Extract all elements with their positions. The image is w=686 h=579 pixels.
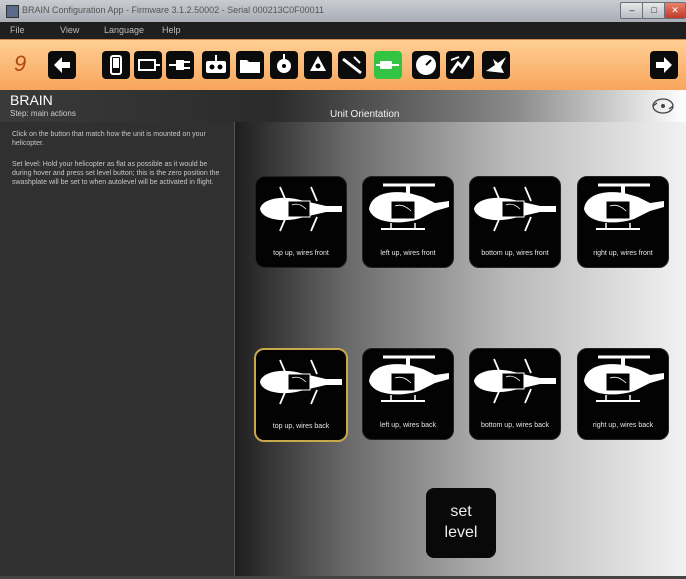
section-title: Unit Orientation [330, 109, 400, 120]
menu-help[interactable]: Help [162, 25, 181, 35]
orientation-label: bottom up, wires back [480, 422, 550, 429]
orientation-button[interactable]: right up, wires front [577, 176, 669, 268]
folder-icon[interactable] [236, 51, 264, 79]
back-arrow-icon[interactable] [48, 51, 76, 79]
orientation-button[interactable]: right up, wires back [577, 348, 669, 440]
orientation-label: right up, wires front [593, 250, 653, 257]
menu-language[interactable]: Language [104, 25, 144, 35]
set-level-line2: level [444, 524, 478, 541]
orientation-label: right up, wires back [592, 422, 654, 429]
app-icon [6, 5, 19, 18]
phone-icon[interactable] [102, 51, 130, 79]
wizard-toolbar: 9 [0, 39, 686, 91]
orientation-button[interactable]: left up, wires front [362, 176, 454, 268]
close-button[interactable]: ✕ [664, 2, 686, 19]
plug-icon[interactable] [166, 51, 194, 79]
tail-icon[interactable] [338, 51, 366, 79]
orientation-icon[interactable] [374, 51, 402, 79]
orientation-button[interactable]: top up, wires front [255, 176, 347, 268]
governor-icon[interactable] [446, 51, 474, 79]
menu-view[interactable]: View [60, 25, 79, 35]
set-level-line1: set [450, 503, 472, 520]
instruction-text: Click on the button that match how the u… [12, 131, 206, 147]
rotor-head-icon[interactable] [304, 51, 332, 79]
maximize-button[interactable]: □ [642, 2, 666, 19]
servo-icon[interactable] [134, 51, 162, 79]
heli-flight-icon[interactable] [482, 51, 510, 79]
title-bar: BRAIN Configuration App - Firmware 3.1.2… [0, 0, 686, 22]
transmitter-icon[interactable] [202, 51, 230, 79]
page-subtitle: Step: main actions [10, 109, 76, 118]
instructions-panel: Click on the button that match how the u… [0, 122, 235, 579]
step-number: 9 [14, 51, 27, 76]
orientation-button[interactable]: left up, wires back [362, 348, 454, 440]
orientation-button[interactable]: bottom up, wires front [469, 176, 561, 268]
orientation-label: bottom up, wires front [481, 250, 549, 257]
gauge-icon[interactable] [412, 51, 440, 79]
navigation-icon[interactable] [650, 95, 676, 117]
orientation-label: left up, wires front [380, 250, 436, 257]
menu-file[interactable]: File [10, 25, 25, 35]
forward-arrow-icon[interactable] [650, 51, 678, 79]
brand-title: BRAIN [10, 92, 53, 108]
orientation-label: left up, wires back [379, 422, 437, 429]
minimize-button[interactable]: – [620, 2, 644, 19]
page-header: BRAIN Step: main actions Unit Orientatio… [0, 90, 686, 122]
app-window: BRAIN Configuration App - Firmware 3.1.2… [0, 0, 686, 579]
swashplate-icon[interactable] [270, 51, 298, 79]
set-level-instruction: Set level: Hold your helicopter as flat … [12, 161, 220, 186]
menu-bar: File View Language Help [0, 22, 686, 39]
orientation-button[interactable]: top up, wires back [254, 348, 348, 442]
orientation-button[interactable]: bottom up, wires back [469, 348, 561, 440]
orientation-label: top up, wires back [272, 423, 330, 430]
set-level-button[interactable]: set level [426, 488, 496, 558]
orientation-label: top up, wires front [273, 250, 329, 257]
window-title: BRAIN Configuration App - Firmware 3.1.2… [22, 5, 325, 15]
